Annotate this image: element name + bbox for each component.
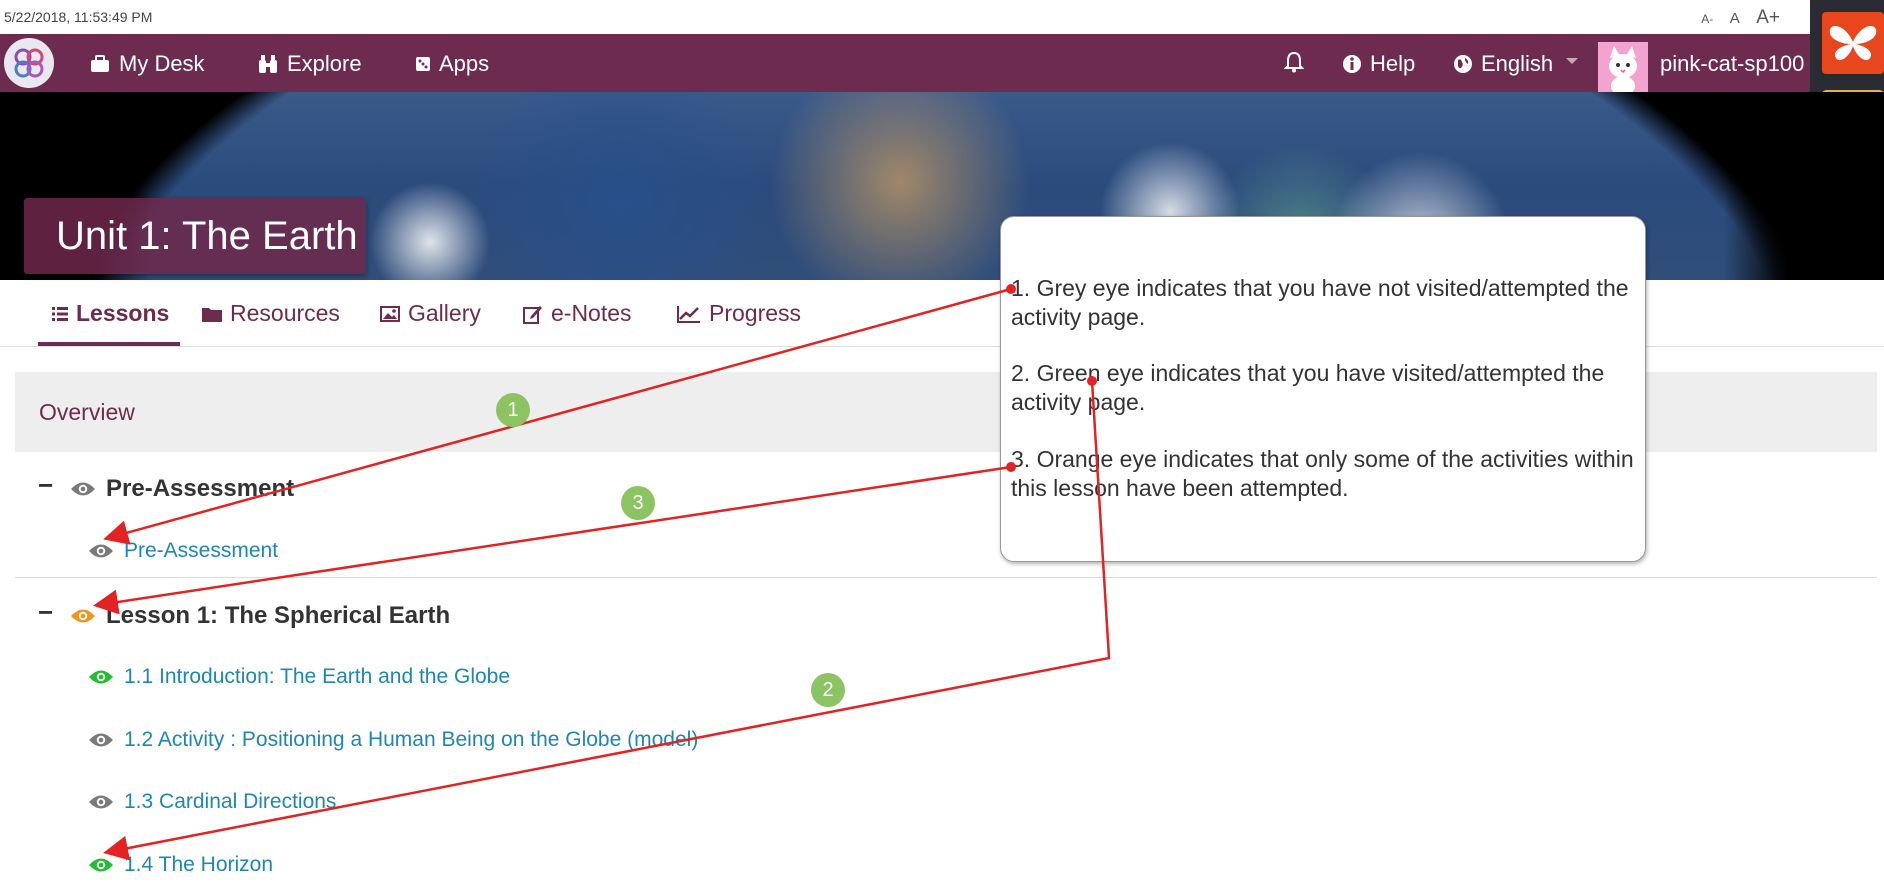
font-reset-button[interactable]: A <box>1730 10 1740 27</box>
list-item[interactable]: 1.2 Activity : Positioning a Human Being… <box>88 728 698 752</box>
help-button[interactable]: Help <box>1342 51 1415 77</box>
list-item[interactable]: 1.1 Introduction: The Earth and the Glob… <box>88 665 510 689</box>
list-icon <box>52 306 68 321</box>
annotation-badge-3: 3 <box>621 486 655 520</box>
eye-grey-icon <box>89 733 113 747</box>
active-tab-indicator <box>38 342 180 346</box>
list-item[interactable]: 1.3 Cardinal Directions <box>88 790 336 814</box>
eye-green-icon <box>89 670 113 684</box>
nav-explore-label: Explore <box>287 51 362 76</box>
eye-green-icon <box>89 858 113 872</box>
tab-resources[interactable]: Resources <box>202 300 340 327</box>
tab-lessons[interactable]: Lessons <box>52 300 169 327</box>
font-decrease-button[interactable]: A- <box>1701 12 1713 26</box>
tab-gallery[interactable]: Gallery <box>380 300 481 327</box>
eye-legend-callout: 1. Grey eye indicates that you have not … <box>1000 216 1646 562</box>
eye-grey-icon <box>89 795 113 809</box>
section-divider <box>15 577 1877 578</box>
overview-label: Overview <box>39 399 135 425</box>
username[interactable]: pink-cat-sp100 <box>1660 51 1804 77</box>
collapse-lesson-1-button[interactable]: − <box>38 597 53 628</box>
timestamp: 5/22/2018, 11:53:49 PM <box>4 9 153 25</box>
legend-grey-text: 1. Grey eye indicates that you have not … <box>1011 275 1629 330</box>
tab-progress-label: Progress <box>709 300 802 326</box>
language-label: English <box>1481 51 1554 76</box>
eye-grey-icon <box>89 544 113 558</box>
list-item[interactable]: 1.4 The Horizon <box>88 853 273 877</box>
image-icon <box>380 305 400 322</box>
section-pre-assessment-title: Pre-Assessment <box>106 475 295 502</box>
globe-icon <box>1454 55 1472 73</box>
font-size-controls: A- A A+ <box>1689 7 1780 29</box>
binoculars-icon <box>259 55 277 73</box>
legend-green-text: 2. Green eye indicates that you have vis… <box>1011 360 1605 415</box>
banner-space-right <box>1724 92 1884 280</box>
help-label: Help <box>1370 51 1416 76</box>
butterfly-icon <box>1829 26 1877 61</box>
nav-my-desk[interactable]: My Desk <box>90 51 205 77</box>
bell-icon <box>1284 51 1304 73</box>
folder-icon <box>202 307 222 322</box>
font-increase-button[interactable]: A+ <box>1756 7 1780 28</box>
lesson-link-pre-assessment[interactable]: Pre-Assessment <box>124 539 278 563</box>
lesson-link-1-2[interactable]: 1.2 Activity : Positioning a Human Being… <box>124 728 698 752</box>
tab-e-notes[interactable]: e-Notes <box>523 300 632 327</box>
annotation-badge-2: 2 <box>811 673 845 707</box>
nav-my-desk-label: My Desk <box>119 51 205 76</box>
nav-apps-label: Apps <box>439 51 490 76</box>
tab-progress[interactable]: Progress <box>677 300 801 327</box>
eye-orange-icon <box>71 609 95 623</box>
dice-icon <box>416 57 430 71</box>
section-lesson-1-title: Lesson 1: The Spherical Earth <box>106 602 451 629</box>
notifications-button[interactable] <box>1284 51 1304 73</box>
avatar[interactable] <box>1598 42 1648 92</box>
section-lesson-1[interactable]: Lesson 1: The Spherical Earth <box>70 602 450 630</box>
info-icon <box>1343 55 1361 73</box>
tab-e-notes-label: e-Notes <box>551 300 632 326</box>
app-logo[interactable] <box>4 38 54 88</box>
annotation-badge-1: 1 <box>496 393 530 427</box>
legend-orange-text: 3. Orange eye indicates that only some o… <box>1011 446 1634 501</box>
tab-resources-label: Resources <box>230 300 340 326</box>
timestamp-bar: 5/22/2018, 11:53:49 PM A- A A+ <box>0 0 1810 35</box>
butterfly-app-button[interactable] <box>1822 12 1884 74</box>
line-chart-icon <box>677 305 700 323</box>
section-pre-assessment[interactable]: Pre-Assessment <box>70 475 294 503</box>
briefcase-icon <box>91 55 109 72</box>
edit-icon <box>523 305 542 324</box>
unit-title-box: Unit 1: The Earth <box>24 198 366 274</box>
lesson-link-1-1[interactable]: 1.1 Introduction: The Earth and the Glob… <box>124 665 510 689</box>
tab-gallery-label: Gallery <box>408 300 481 326</box>
nav-explore[interactable]: Explore <box>258 51 362 77</box>
collapse-pre-assessment-button[interactable]: − <box>38 470 53 501</box>
pink-cat-avatar-icon <box>1598 42 1648 92</box>
tab-lessons-label: Lessons <box>76 300 170 326</box>
list-item[interactable]: Pre-Assessment <box>88 539 278 563</box>
eye-grey-icon <box>71 482 95 496</box>
main-navbar: My Desk Explore Apps Help English pink-c… <box>0 34 1810 92</box>
lesson-link-1-3[interactable]: 1.3 Cardinal Directions <box>124 790 336 814</box>
language-selector[interactable]: English <box>1453 51 1553 77</box>
knot-logo-icon <box>14 48 44 78</box>
nav-apps[interactable]: Apps <box>416 51 489 77</box>
chevron-down-icon <box>1566 58 1578 64</box>
lesson-link-1-4[interactable]: 1.4 The Horizon <box>124 853 273 877</box>
unit-title: Unit 1: The Earth <box>56 214 358 258</box>
